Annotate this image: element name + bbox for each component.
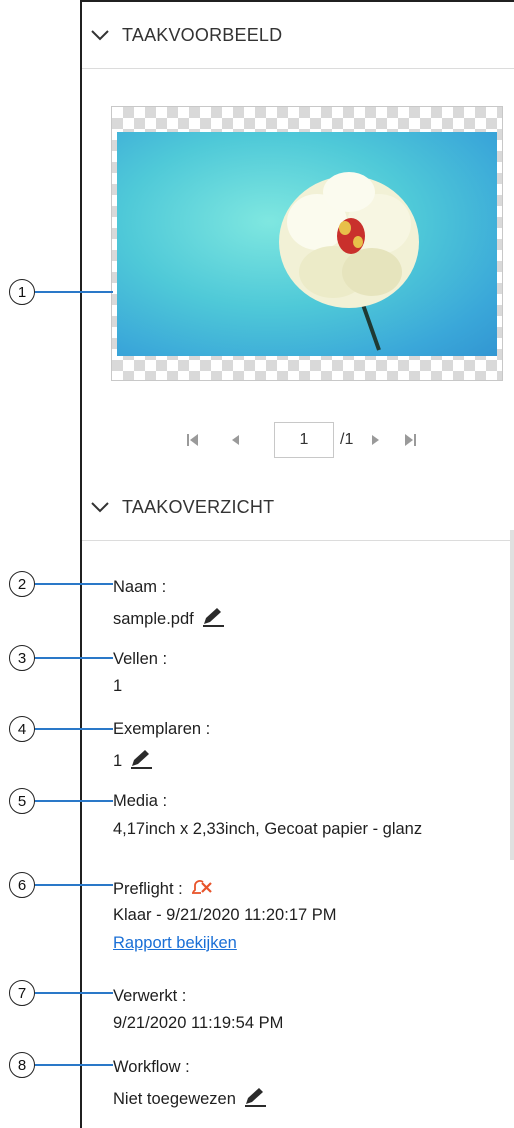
alert-bell-icon (191, 880, 212, 894)
callout-3: 3 (9, 645, 35, 671)
workflow-field: Niet toegewezen (113, 1086, 268, 1109)
last-page-button[interactable] (399, 429, 421, 451)
preview-section-title: TAAKVOORBEELD (122, 24, 283, 45)
callout-line-7 (35, 992, 113, 994)
name-value: sample.pdf (113, 610, 194, 628)
callout-line-5 (35, 800, 113, 802)
processed-value: 9/21/2020 11:19:54 PM (113, 1014, 284, 1032)
callout-line-1 (35, 291, 113, 293)
workflow-value: Niet toegewezen (113, 1090, 236, 1108)
prev-page-button[interactable] (224, 429, 246, 451)
preflight-label: Preflight : (113, 880, 183, 898)
preview-image (117, 132, 497, 356)
callout-6: 6 (9, 872, 35, 898)
name-field: sample.pdf (113, 606, 226, 629)
callout-line-4 (35, 728, 113, 730)
callout-2: 2 (9, 571, 35, 597)
chevron-down-icon (91, 30, 109, 41)
media-value: 4,17inch x 2,33inch, Gecoat papier - gla… (113, 820, 423, 838)
summary-scrollbar[interactable] (510, 530, 514, 860)
first-page-button[interactable] (182, 429, 204, 451)
callout-5: 5 (9, 788, 35, 814)
preview-section-header[interactable]: TAAKVOORBEELD (82, 2, 514, 69)
summary-section-title: TAAKOVERZICHT (122, 496, 275, 517)
callout-8: 8 (9, 1052, 35, 1078)
next-page-icon (372, 435, 380, 445)
edit-pencil-icon[interactable] (200, 606, 226, 628)
flower-image (279, 172, 419, 351)
page-navigator: 1 /1 (182, 420, 421, 460)
preflight-label-row: Preflight : (113, 877, 213, 899)
sheets-value: 1 (113, 677, 123, 695)
callout-line-8 (35, 1064, 113, 1066)
page-total: /1 (340, 431, 354, 448)
callout-1: 1 (9, 279, 35, 305)
chevron-down-icon (91, 502, 109, 513)
callout-line-6 (35, 884, 113, 886)
copies-value: 1 (113, 752, 123, 770)
workflow-label: Workflow : (113, 1058, 190, 1076)
copies-field: 1 (113, 748, 154, 771)
next-page-button[interactable] (365, 429, 387, 451)
page-number-input[interactable]: 1 (274, 422, 334, 458)
processed-label: Verwerkt : (113, 987, 187, 1005)
prev-page-icon (232, 435, 239, 445)
edit-pencil-icon[interactable] (242, 1086, 268, 1108)
preflight-value: Klaar - 9/21/2020 11:20:17 PM (113, 906, 337, 924)
view-report-link[interactable]: Rapport bekijken (113, 934, 237, 953)
first-page-icon (187, 434, 198, 446)
callout-line-3 (35, 657, 113, 659)
copies-label: Exemplaren : (113, 720, 211, 738)
media-label: Media : (113, 792, 168, 810)
job-preview-thumbnail[interactable] (111, 106, 503, 381)
last-page-icon (405, 434, 417, 446)
callout-7: 7 (9, 980, 35, 1006)
edit-pencil-icon[interactable] (128, 748, 154, 770)
name-label: Naam : (113, 578, 167, 596)
callout-line-2 (35, 583, 113, 585)
callout-4: 4 (9, 716, 35, 742)
sheets-label: Vellen : (113, 650, 168, 668)
summary-section-header[interactable]: TAAKOVERZICHT (82, 474, 514, 541)
